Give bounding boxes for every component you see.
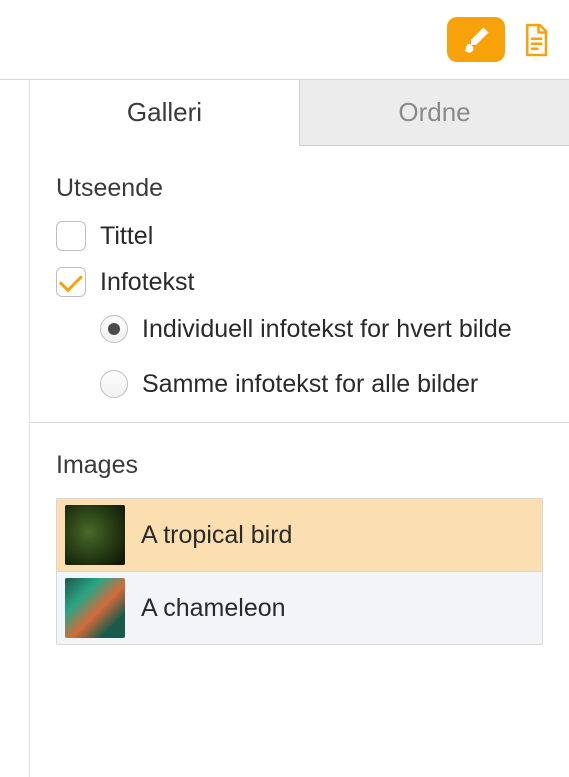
title-checkbox-label: Tittel bbox=[100, 222, 153, 251]
caption-same-row: Samme infotekst for alle bilder bbox=[100, 368, 543, 401]
caption-individual-radio[interactable] bbox=[100, 315, 128, 343]
image-label: A chameleon bbox=[141, 594, 286, 623]
image-thumbnail bbox=[65, 578, 125, 638]
caption-checkbox-label: Infotekst bbox=[100, 268, 195, 297]
divider bbox=[30, 422, 569, 423]
panel-container: Galleri Ordne Utseende Tittel Infotekst … bbox=[0, 80, 569, 777]
caption-same-label: Samme infotekst for alle bilder bbox=[142, 368, 478, 401]
tabs: Galleri Ordne bbox=[30, 80, 569, 146]
content: Utseende Tittel Infotekst Individuell in… bbox=[30, 146, 569, 645]
caption-checkbox-row: Infotekst bbox=[56, 267, 543, 297]
image-row[interactable]: A tropical bird bbox=[57, 499, 542, 572]
image-label: A tropical bird bbox=[141, 521, 292, 550]
toolbar bbox=[0, 0, 569, 80]
tab-arrange-label: Ordne bbox=[398, 97, 470, 128]
images-title: Images bbox=[56, 451, 543, 480]
caption-individual-row: Individuell infotekst for hvert bilde bbox=[100, 313, 543, 346]
tab-gallery-label: Galleri bbox=[127, 97, 202, 128]
panel-left-strip bbox=[0, 80, 30, 777]
caption-checkbox[interactable] bbox=[56, 267, 86, 297]
inspector-panel: Galleri Ordne Utseende Tittel Infotekst … bbox=[30, 80, 569, 777]
tab-gallery[interactable]: Galleri bbox=[30, 80, 299, 146]
images-list: A tropical bird A chameleon bbox=[56, 498, 543, 645]
brush-icon bbox=[461, 25, 491, 55]
tab-arrange[interactable]: Ordne bbox=[299, 80, 569, 146]
caption-same-radio[interactable] bbox=[100, 370, 128, 398]
caption-individual-label: Individuell infotekst for hvert bilde bbox=[142, 313, 512, 346]
image-row[interactable]: A chameleon bbox=[57, 572, 542, 644]
title-checkbox-row: Tittel bbox=[56, 221, 543, 251]
document-icon bbox=[521, 22, 551, 58]
document-button[interactable] bbox=[517, 17, 555, 62]
title-checkbox[interactable] bbox=[56, 221, 86, 251]
appearance-title: Utseende bbox=[56, 174, 543, 203]
image-thumbnail bbox=[65, 505, 125, 565]
caption-mode-group: Individuell infotekst for hvert bilde Sa… bbox=[100, 313, 543, 400]
format-button[interactable] bbox=[447, 17, 505, 62]
